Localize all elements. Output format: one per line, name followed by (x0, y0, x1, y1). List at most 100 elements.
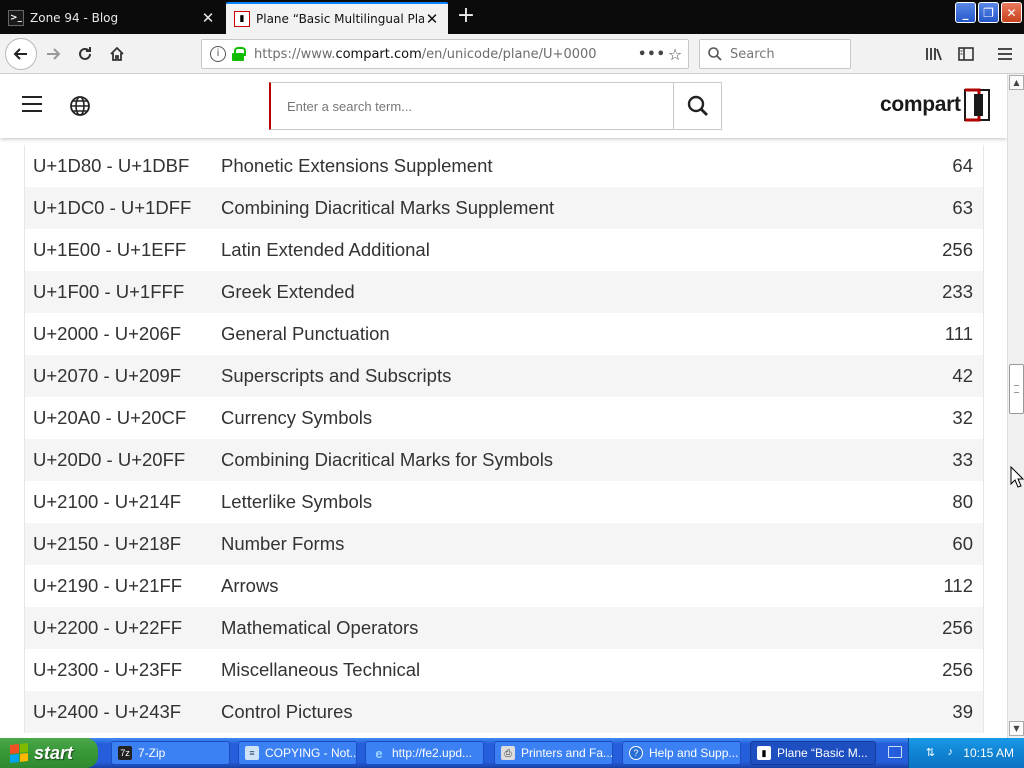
sidebar-icon (958, 47, 974, 61)
table-row[interactable]: U+2400 - U+243F Control Pictures 39 (25, 691, 983, 733)
network-icon[interactable]: ⇅ (923, 746, 937, 760)
site-search-input[interactable] (271, 83, 673, 129)
block-count: 256 (942, 659, 973, 680)
logo-text: compart (880, 93, 961, 116)
restore-button[interactable]: ❐ (978, 2, 999, 23)
block-name[interactable]: Combining Diacritical Marks Supplement (221, 197, 893, 219)
table-row[interactable]: U+2300 - U+23FF Miscellaneous Technical 25… (25, 649, 983, 691)
close-window-button[interactable]: ✕ (1001, 2, 1022, 23)
site-search-button[interactable] (673, 83, 721, 129)
lock-icon[interactable] (232, 47, 246, 61)
taskbar-item-printers[interactable]: ⎙ Printers and Fa... (494, 741, 613, 765)
block-range: U+2200 - U+22FF (33, 617, 183, 638)
table-row[interactable]: U+2200 - U+22FF Mathematical Operators 256 (25, 607, 983, 649)
taskbar-item-notepad[interactable]: ≡ COPYING - Not... (238, 741, 357, 765)
tab-basic-multilingual-plane[interactable]: ▮ Plane “Basic Multilingual Plane” ✕ (226, 2, 448, 34)
block-range: U+1E00 - U+1EFF (33, 239, 187, 260)
block-count: 60 (952, 533, 973, 554)
block-name[interactable]: Arrows (221, 575, 893, 597)
reload-icon (79, 47, 91, 60)
block-count: 80 (952, 491, 973, 512)
table-row[interactable]: U+1E00 - U+1EFF Latin Extended Additional… (25, 229, 983, 271)
sidebar-toggle-button[interactable] (952, 40, 980, 68)
help-icon: ? (629, 746, 643, 760)
compart-icon: ▮ (757, 746, 771, 760)
minimize-button[interactable]: _ (955, 2, 976, 23)
site-search-box (269, 82, 722, 130)
table-row[interactable]: U+2070 - U+209F Superscripts and Subscrip… (25, 355, 983, 397)
library-button[interactable] (920, 40, 948, 68)
table-row[interactable]: U+1F00 - U+1FFF Greek Extended 233 (25, 271, 983, 313)
block-name[interactable]: Currency Symbols (221, 407, 893, 429)
block-name[interactable]: Number Forms (221, 533, 893, 555)
page-actions-icon[interactable]: ••• (638, 47, 665, 62)
compart-logo[interactable]: compart (880, 88, 991, 122)
menu-button[interactable] (991, 40, 1019, 68)
taskbar-item-firefox[interactable]: ▮ Plane “Basic M... (750, 741, 876, 765)
close-icon[interactable]: ✕ (424, 10, 440, 28)
block-range: U+1DC0 - U+1DFF (33, 197, 192, 218)
scrollbar-thumb[interactable] (1009, 364, 1024, 414)
taskbar-item-7zip[interactable]: 7z 7-Zip (111, 741, 230, 765)
block-range: U+2190 - U+21FF (33, 575, 183, 596)
block-name[interactable]: Phonetic Extensions Supplement (221, 155, 893, 177)
volume-icon[interactable]: ♪ (943, 746, 957, 760)
forward-button[interactable] (39, 40, 67, 68)
back-arrow-icon (13, 48, 27, 60)
block-name[interactable]: General Punctuation (221, 323, 893, 345)
start-button[interactable]: start (0, 738, 98, 768)
block-count: 33 (952, 449, 973, 470)
taskbar-item-help-support[interactable]: ? Help and Supp... (622, 741, 741, 765)
table-row[interactable]: U+2190 - U+21FF Arrows 112 (25, 565, 983, 607)
block-range: U+2150 - U+218F (33, 533, 182, 554)
table-row[interactable]: U+1DC0 - U+1DFF Combining Diacritical Mar… (25, 187, 983, 229)
block-name[interactable]: Superscripts and Subscripts (221, 365, 893, 387)
system-tray: ⇅ ♪ 10:15 AM (908, 738, 1024, 768)
block-count: 256 (942, 617, 973, 638)
block-count: 112 (943, 575, 974, 596)
block-count: 111 (944, 323, 973, 344)
compart-logo-mark-icon (963, 88, 990, 122)
reload-button[interactable] (71, 40, 99, 68)
table-row[interactable]: U+2100 - U+214F Letterlike Symbols 80 (25, 481, 983, 523)
scroll-down-arrow-icon[interactable]: ▼ (1009, 721, 1024, 736)
block-name[interactable]: Miscellaneous Technical (221, 659, 893, 681)
block-count: 42 (952, 365, 973, 386)
search-placeholder: Search (730, 46, 775, 62)
windows-logo-icon (10, 743, 28, 763)
table-row[interactable]: U+2000 - U+206F General Punctuation 111 (25, 313, 983, 355)
tab-zone94-blog[interactable]: >_ Zone 94 - Blog ✕ (0, 2, 224, 34)
info-icon[interactable]: i (210, 46, 226, 62)
close-icon[interactable]: ✕ (200, 9, 216, 27)
table-row[interactable]: U+2150 - U+218F Number Forms 60 (25, 523, 983, 565)
address-bar[interactable]: i https://www.compart.com/en/unicode/pla… (201, 39, 689, 69)
ie-icon: e (375, 745, 383, 761)
keyboard-icon[interactable] (888, 746, 902, 758)
table-row[interactable]: U+1D80 - U+1DBF Phonetic Extensions Suppl… (25, 145, 983, 187)
window-controls: _ ❐ ✕ (955, 2, 1024, 23)
back-button[interactable] (5, 38, 37, 70)
block-name[interactable]: Mathematical Operators (221, 617, 893, 639)
block-range: U+20A0 - U+20CF (33, 407, 187, 428)
browser-search-bar[interactable]: Search (699, 39, 851, 69)
new-tab-button[interactable]: + (454, 4, 478, 30)
bookmark-star-icon[interactable]: ☆ (662, 45, 688, 64)
table-row[interactable]: U+20A0 - U+20CF Currency Symbols 32 (25, 397, 983, 439)
block-range: U+1F00 - U+1FFF (33, 281, 185, 302)
block-count: 233 (942, 281, 973, 302)
table-row[interactable]: U+20D0 - U+20FF Combining Diacritical Mar… (25, 439, 983, 481)
home-icon (110, 46, 124, 61)
site-menu-icon[interactable] (22, 96, 42, 112)
block-name[interactable]: Letterlike Symbols (221, 491, 893, 513)
block-range: U+1D80 - U+1DBF (33, 155, 190, 176)
block-name[interactable]: Latin Extended Additional (221, 239, 893, 261)
block-name[interactable]: Control Pictures (221, 701, 893, 723)
clock[interactable]: 10:15 AM (963, 746, 1014, 760)
vertical-scrollbar[interactable]: ▲ ▼ (1007, 74, 1024, 738)
home-button[interactable] (103, 40, 131, 68)
block-name[interactable]: Greek Extended (221, 281, 893, 303)
scroll-up-arrow-icon[interactable]: ▲ (1009, 75, 1024, 90)
block-name[interactable]: Combining Diacritical Marks for Symbols (221, 449, 893, 471)
taskbar-item-internet-explorer[interactable]: e http://fe2.upd... (365, 741, 484, 765)
globe-icon[interactable] (69, 95, 91, 117)
